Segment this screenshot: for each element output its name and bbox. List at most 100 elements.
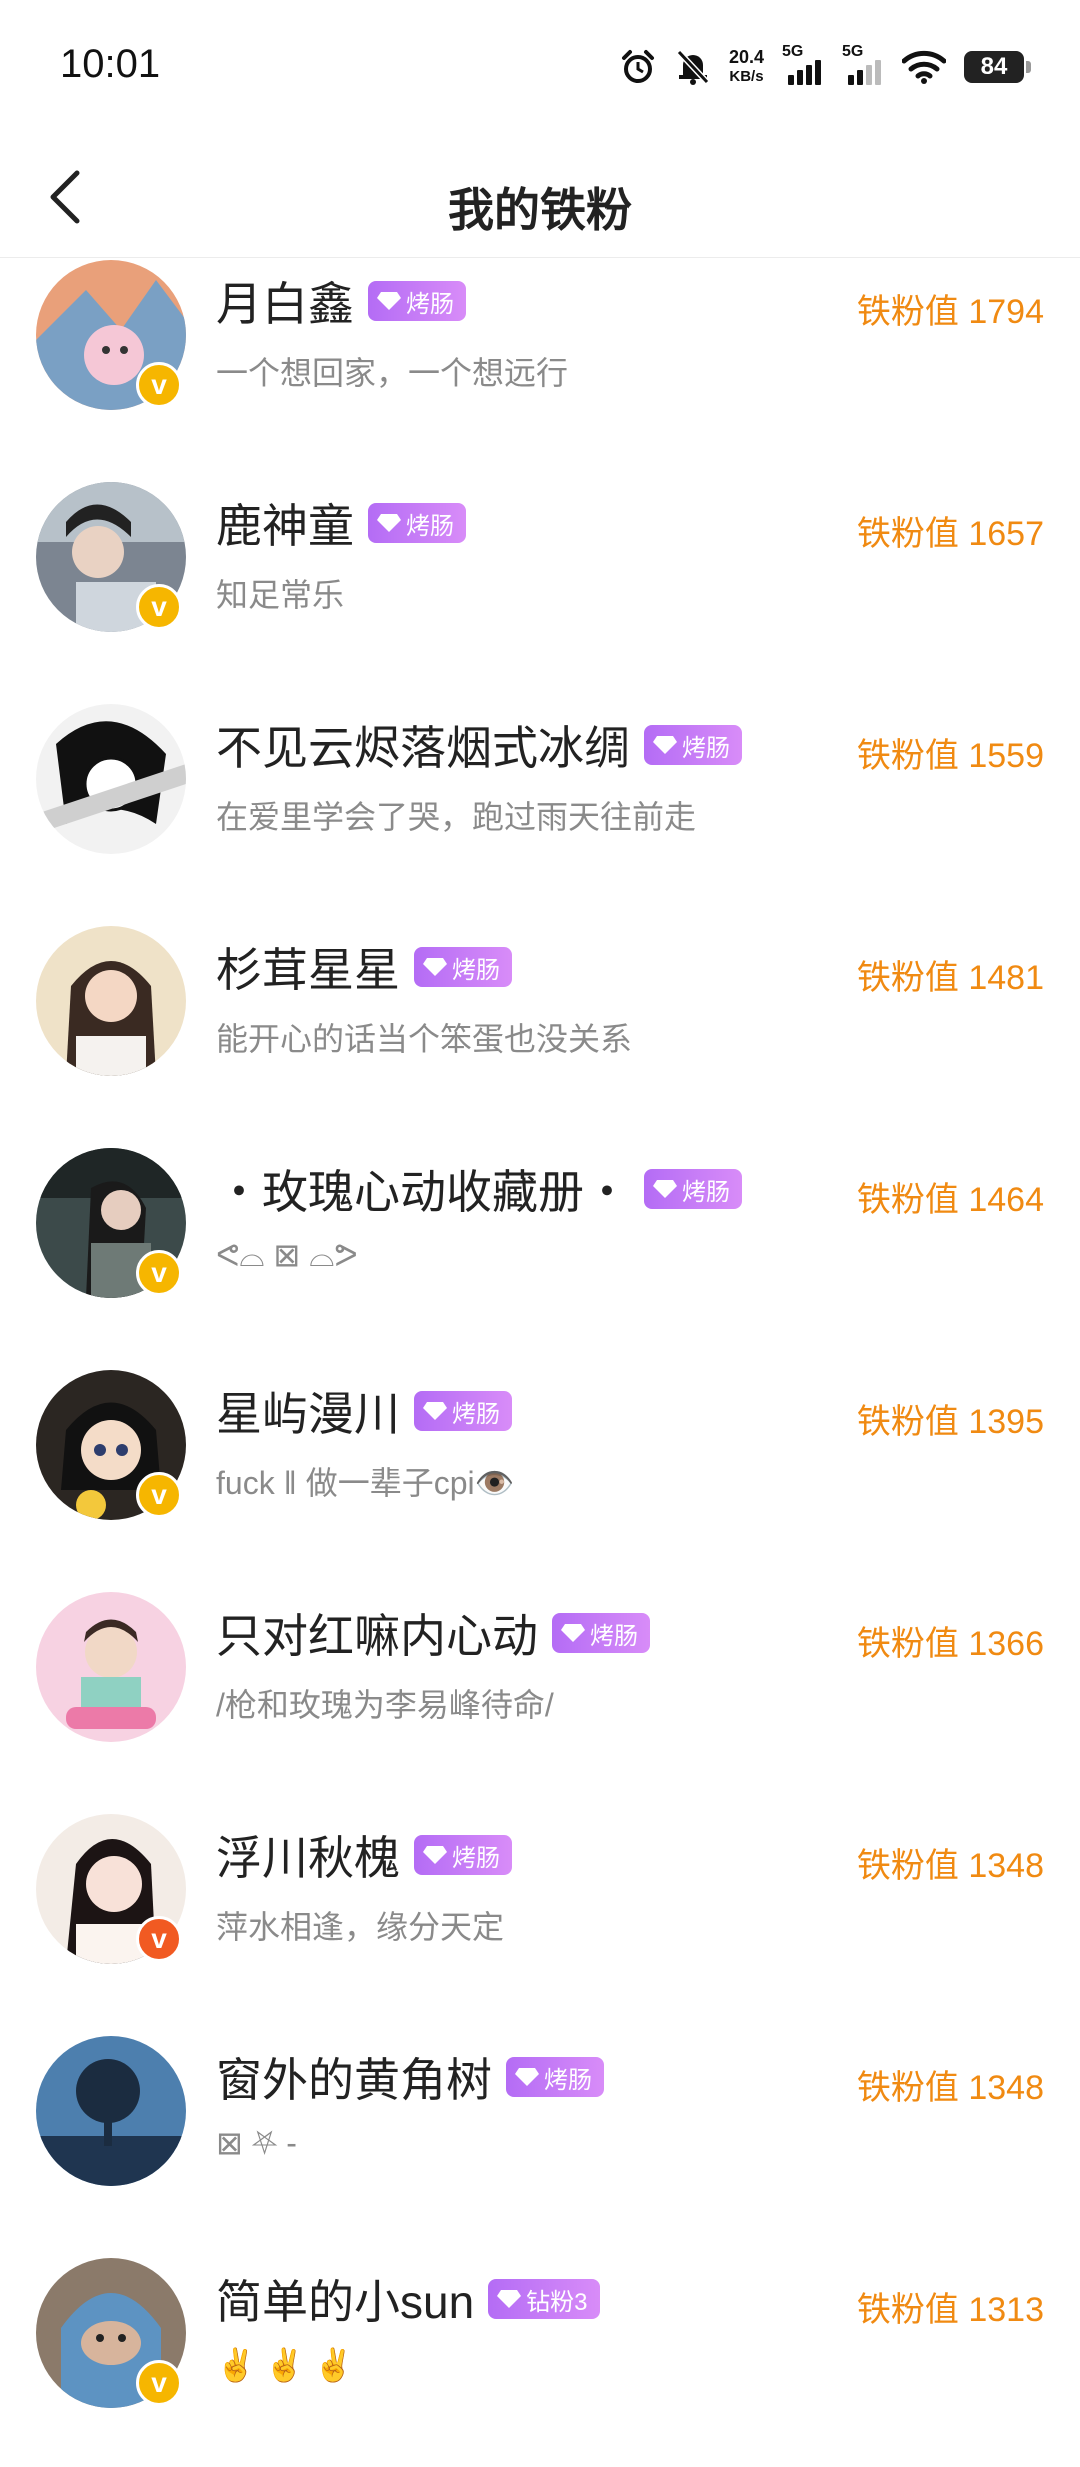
fan-bio: 一个想回家，一个想远行 <box>216 355 569 391</box>
fan-level-tag: 钻粉3 <box>488 2279 600 2319</box>
network-speed-unit: KB/s <box>729 68 764 85</box>
name-line: ・玫瑰心动收藏册・ 烤肠 <box>216 1156 742 1222</box>
status-time: 10:01 <box>60 42 161 86</box>
sim1-signal-icon: 5G <box>782 43 824 85</box>
fan-bio: 知足常乐 <box>216 577 345 613</box>
avatar-image <box>36 2036 186 2186</box>
fan-row[interactable]: v 浮川秋槐 烤肠 萍水相逢，缘分天定 铁粉值 1348 <box>0 1814 1080 2036</box>
fan-row[interactable]: 杉茸星星 烤肠 能开心的话当个笨蛋也没关系 铁粉值 1481 <box>0 926 1080 1148</box>
fan-name[interactable]: 窗外的黄角树 <box>216 2044 492 2110</box>
fan-level-label: 烤肠 <box>406 512 454 540</box>
verified-badge: v <box>136 362 182 408</box>
fan-value: 铁粉值 1481 <box>856 959 1044 997</box>
fan-level-tag: 烤肠 <box>414 1391 512 1431</box>
name-line: 星屿漫川 烤肠 <box>216 1378 512 1444</box>
alarm-icon <box>621 50 654 83</box>
network-speed-value: 20.4 <box>728 47 764 67</box>
fan-value: 铁粉值 1313 <box>856 2291 1044 2329</box>
fan-value: 铁粉值 1395 <box>856 1403 1044 1441</box>
status-bar: 10:01 20.4 KB/s 5G 5G 84 <box>0 0 1080 140</box>
fan-bio: ᕙ⌓ ⊠ ⌓ᕗ <box>216 1237 358 1273</box>
fan-row[interactable]: v ・玫瑰心动收藏册・ 烤肠 ᕙ⌓ ⊠ ⌓ᕗ 铁粉值 1464 <box>0 1148 1080 1370</box>
fan-row[interactable]: v 星屿漫川 烤肠 fuck ‖ 做一辈子cpi👁️ 铁粉值 1395 <box>0 1370 1080 1592</box>
fan-level-label: 烤肠 <box>590 1622 638 1650</box>
wifi-icon <box>902 50 946 84</box>
diamond-icon <box>423 1846 447 1864</box>
fan-value: 铁粉值 1348 <box>856 2069 1044 2107</box>
fan-name[interactable]: 星屿漫川 <box>216 1378 400 1444</box>
name-line: 杉茸星星 烤肠 <box>216 934 512 1000</box>
fan-level-tag: 烤肠 <box>506 2057 604 2097</box>
status-icons: 20.4 KB/s 5G 5G 84 <box>619 42 1031 92</box>
fan-name[interactable]: ・玫瑰心动收藏册・ <box>216 1156 630 1222</box>
fan-level-tag: 烤肠 <box>368 281 466 321</box>
fan-level-label: 烤肠 <box>452 956 500 984</box>
fan-level-label: 烤肠 <box>544 2066 592 2094</box>
fan-bio: fuck ‖ 做一辈子cpi👁️ <box>216 1465 515 1501</box>
name-line: 不见云烬落烟式冰绸 烤肠 <box>216 712 742 778</box>
fan-row[interactable]: 窗外的黄角树 烤肠 ⊠ ⛧ - 铁粉值 1348 <box>0 2036 1080 2258</box>
fan-bio: 能开心的话当个笨蛋也没关系 <box>216 1021 633 1057</box>
fan-bio: /枪和玫瑰为李易峰待命/ <box>216 1687 554 1723</box>
diamond-icon <box>377 514 401 532</box>
avatar[interactable] <box>36 704 186 854</box>
fan-value: 铁粉值 1559 <box>856 737 1044 775</box>
fan-level-tag: 烤肠 <box>414 1835 512 1875</box>
sim2-signal-icon: 5G <box>842 43 884 85</box>
fan-level-tag: 烤肠 <box>644 725 742 765</box>
diamond-icon <box>515 2068 539 2086</box>
network-speed: 20.4 KB/s <box>729 47 764 87</box>
avatar[interactable] <box>36 926 186 1076</box>
verified-badge: v <box>136 2360 182 2406</box>
fan-name[interactable]: 只对红嘛内心动 <box>216 1600 538 1666</box>
fan-bio: ✌️ ✌️ ✌️ <box>216 2347 354 2383</box>
fan-row[interactable]: 不见云烬落烟式冰绸 烤肠 在爱里学会了哭，跑过雨天往前走 铁粉值 1559 <box>0 704 1080 926</box>
fan-bio: 萍水相逢，缘分天定 <box>216 1909 505 1945</box>
sim1-label: 5G <box>782 43 804 60</box>
diamond-icon <box>653 736 677 754</box>
fan-row[interactable]: v 简单的小sun 钻粉3 ✌️ ✌️ ✌️ 铁粉值 1313 <box>0 2258 1080 2467</box>
fan-name[interactable]: 月白鑫 <box>216 268 354 334</box>
avatar[interactable] <box>36 1592 186 1742</box>
avatar-image <box>36 704 186 854</box>
verified-badge: v <box>136 584 182 630</box>
fan-level-tag: 烤肠 <box>552 1613 650 1653</box>
avatar-image <box>36 1592 186 1742</box>
fan-row[interactable]: v 月白鑫 烤肠 一个想回家，一个想远行 铁粉值 1794 <box>0 260 1080 482</box>
fan-name[interactable]: 鹿神童 <box>216 490 354 556</box>
fan-level-tag: 烤肠 <box>368 503 466 543</box>
verified-badge: v <box>136 1472 182 1518</box>
name-line: 鹿神童 烤肠 <box>216 490 466 556</box>
avatar-image <box>36 926 186 1076</box>
fan-bio: 在爱里学会了哭，跑过雨天往前走 <box>216 799 697 835</box>
fan-row[interactable]: 只对红嘛内心动 烤肠 /枪和玫瑰为李易峰待命/ 铁粉值 1366 <box>0 1592 1080 1814</box>
fan-level-label: 烤肠 <box>406 290 454 318</box>
verified-badge: v <box>136 1250 182 1296</box>
fan-level-tag: 烤肠 <box>414 947 512 987</box>
avatar[interactable] <box>36 2036 186 2186</box>
fan-row[interactable]: v 鹿神童 烤肠 知足常乐 铁粉值 1657 <box>0 482 1080 704</box>
name-line: 月白鑫 烤肠 <box>216 268 466 334</box>
diamond-icon <box>561 1624 585 1642</box>
fan-name[interactable]: 浮川秋槐 <box>216 1822 400 1888</box>
fan-value: 铁粉值 1348 <box>856 1847 1044 1885</box>
fan-level-label: 钻粉3 <box>526 2288 588 2316</box>
verified-badge: v <box>136 1916 182 1962</box>
name-line: 简单的小sun 钻粉3 <box>216 2266 600 2332</box>
page-title: 我的铁粉 <box>448 184 632 236</box>
fan-name[interactable]: 简单的小sun <box>216 2266 474 2332</box>
name-line: 浮川秋槐 烤肠 <box>216 1822 512 1888</box>
fan-value: 铁粉值 1366 <box>856 1625 1044 1663</box>
fan-level-tag: 烤肠 <box>644 1169 742 1209</box>
sim2-label: 5G <box>842 43 864 60</box>
mute-bell-icon <box>676 49 710 85</box>
name-line: 只对红嘛内心动 烤肠 <box>216 1600 650 1666</box>
fan-name[interactable]: 不见云烬落烟式冰绸 <box>216 712 630 778</box>
fan-name[interactable]: 杉茸星星 <box>216 934 400 1000</box>
fan-value: 铁粉值 1794 <box>856 293 1044 331</box>
fan-bio: ⊠ ⛧ - <box>216 2125 297 2161</box>
fan-value: 铁粉值 1464 <box>856 1181 1044 1219</box>
name-line: 窗外的黄角树 烤肠 <box>216 2044 604 2110</box>
diamond-icon <box>497 2290 522 2308</box>
fan-value: 铁粉值 1657 <box>856 515 1044 553</box>
